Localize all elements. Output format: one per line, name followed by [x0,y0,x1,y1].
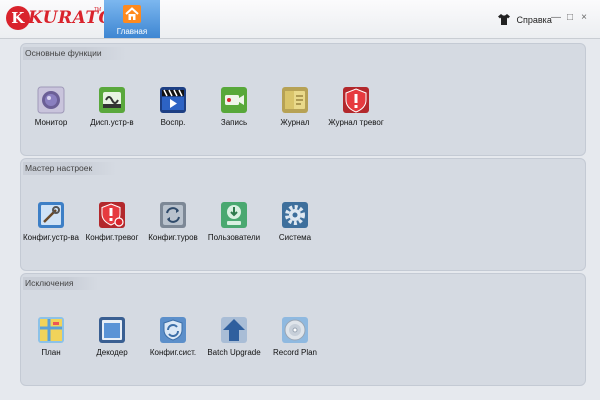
section-exceptions: Исключения План Декодер Конфиг.сист. Bat… [20,273,586,386]
logo-text: KURATO [6,6,113,30]
item-alarm-log[interactable]: Журнал тревог [318,86,394,127]
record-icon [221,87,247,113]
monitor-camera-icon [37,86,65,114]
tab-home[interactable]: Главная [104,0,160,38]
item-record-plan[interactable]: Record Plan [257,316,333,357]
decoder-window-icon [99,317,125,343]
shirt-icon [498,14,510,26]
batch-upgrade-arrow-icon [221,317,247,343]
tab-home-label: Главная [116,27,148,36]
alarm-log-shield-icon [343,87,369,113]
device-manager-icon [99,87,125,113]
log-book-icon [282,87,308,113]
item-label: Журнал тревог [328,118,384,127]
playback-clapper-icon [160,87,186,113]
section-basic-functions: Основные функции Монитор Дисп.устр-в Вос… [20,43,586,156]
section-setup-wizard: Мастер настроек Конфиг.устр-ва Конфиг.тр… [20,158,586,271]
logo-trademark: TM [94,7,102,13]
item-system[interactable]: Система [257,201,333,242]
section-title: Мастер настроек [23,162,117,175]
help-button[interactable]: Справка [498,14,552,28]
section-title: Исключения [23,277,98,290]
device-config-icon [38,202,64,228]
help-label: Справка [516,14,552,25]
close-button[interactable]: × [578,12,590,23]
tour-config-icon [160,202,186,228]
home-icon [123,5,141,23]
maximize-button[interactable]: □ [564,12,576,23]
users-icon [221,202,247,228]
system-gear-icon [282,202,308,228]
title-bar: KURATO TM Главная Справка — □ × [0,0,600,39]
kurato-logo: KURATO TM [6,4,113,32]
item-label: Система [278,233,312,242]
alarm-config-shield-icon [99,202,125,228]
item-label: Record Plan [272,348,318,357]
minimize-button[interactable]: — [550,12,562,23]
section-title: Основные функции [23,47,126,60]
record-plan-disc-icon [282,317,308,343]
plan-map-icon [38,317,64,343]
system-config-icon [160,317,186,343]
